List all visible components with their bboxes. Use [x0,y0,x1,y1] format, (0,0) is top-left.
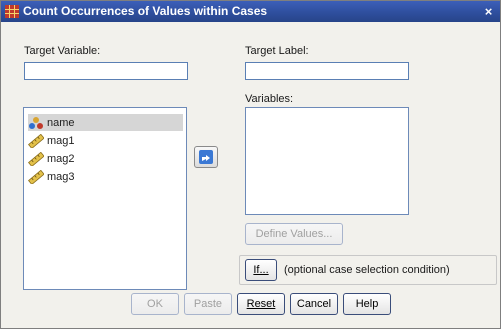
nominal-variable-icon [29,116,43,129]
cancel-button[interactable]: Cancel [290,293,338,315]
list-item[interactable]: mag3 [28,168,183,185]
list-item[interactable]: mag1 [28,132,183,149]
list-item[interactable]: mag2 [28,150,183,167]
close-icon: × [484,4,493,19]
window-title: Count Occurrences of Values within Cases [23,4,268,18]
move-to-variables-button[interactable] [194,146,218,168]
target-variable-label: Target Variable: [24,45,101,57]
if-button-label: If... [253,264,269,276]
scale-ruler-icon [28,133,44,148]
paste-button[interactable]: Paste [184,293,232,315]
if-condition-group: If... (optional case selection condition… [239,255,497,285]
dialog-window: Count Occurrences of Values within Cases… [0,0,501,329]
reset-button-label: Reset [246,298,276,310]
ok-button[interactable]: OK [131,293,179,315]
list-item-label: name [47,116,75,129]
list-item-label: mag1 [47,134,75,147]
help-button[interactable]: Help [343,293,391,315]
reset-button[interactable]: Reset [237,293,285,315]
if-description: (optional case selection condition) [284,264,450,276]
variables-label: Variables: [245,93,294,105]
source-variable-list[interactable]: name mag1 mag2 mag3 [23,107,187,290]
scale-ruler-icon [28,169,44,184]
define-values-button[interactable]: Define Values... [245,223,343,245]
if-button[interactable]: If... [245,259,277,281]
scale-ruler-icon [28,151,44,166]
target-label-label: Target Label: [245,45,309,57]
close-button[interactable]: × [481,4,496,19]
list-item-label: mag2 [47,152,75,165]
variables-list[interactable] [245,107,409,215]
list-item[interactable]: name [28,114,183,131]
target-variable-input[interactable] [24,62,188,80]
target-label-input[interactable] [245,62,409,80]
list-item-label: mag3 [47,170,75,183]
title-bar: Count Occurrences of Values within Cases… [1,1,500,22]
spss-grid-icon [5,5,19,18]
arrow-right-icon [202,155,210,161]
